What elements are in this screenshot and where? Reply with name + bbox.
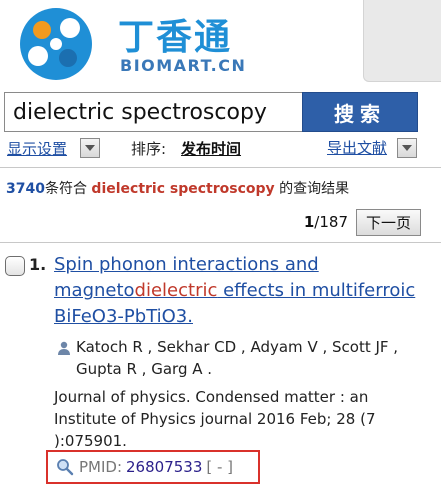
search-bar: 搜索 xyxy=(0,92,441,132)
divider xyxy=(0,242,441,243)
pager: 1/187 下一页 xyxy=(304,208,421,236)
result-journal: Journal of physics. Condensed matter : a… xyxy=(54,388,376,450)
result-index: 1. xyxy=(29,255,47,274)
export-dropdown-icon[interactable] xyxy=(397,138,417,158)
result-authors: Katoch R , Sekhar CD , Adyam V , Scott J… xyxy=(76,338,399,378)
site-header: 丁香通 BIOMART.CN xyxy=(0,0,441,86)
header-corner-panel[interactable] xyxy=(363,0,441,82)
logo-chinese-text: 丁香通 xyxy=(118,17,233,58)
page-indicator: 1/187 xyxy=(304,213,348,231)
pmid-toggle[interactable]: [ - ] xyxy=(206,458,233,476)
summary-term: dielectric spectroscopy xyxy=(91,181,275,197)
pmid-row: PMID: 26807533 [ - ] xyxy=(46,450,260,484)
title-highlight: dielectric xyxy=(134,280,218,301)
result-count: 3740 xyxy=(6,181,45,197)
magnifier-icon xyxy=(57,459,74,476)
summary-suffix: 的查询结果 xyxy=(279,181,350,197)
options-row: 显示设置 排序: 发布时间 导出文献 xyxy=(0,137,441,163)
biomart-logo-icon[interactable] xyxy=(12,4,100,84)
person-icon xyxy=(58,341,70,355)
export-link[interactable]: 导出文献 xyxy=(327,137,387,158)
results-summary: 3740条符合 dielectric spectroscopy 的查询结果 xyxy=(6,178,349,198)
result-checkbox[interactable] xyxy=(5,256,25,276)
logo-english-text: BIOMART.CN xyxy=(120,56,247,75)
summary-prefix: 条符合 xyxy=(44,181,87,197)
display-settings-link[interactable]: 显示设置 xyxy=(7,138,67,159)
page-current: 1 xyxy=(303,213,315,231)
sort-label: 排序: xyxy=(131,140,167,158)
pmid-label: PMID: xyxy=(79,458,123,476)
next-page-button[interactable]: 下一页 xyxy=(355,208,421,236)
sort-value-link[interactable]: 发布时间 xyxy=(181,138,241,159)
search-button[interactable]: 搜索 xyxy=(302,92,418,132)
divider xyxy=(0,167,441,168)
search-input[interactable] xyxy=(4,92,302,132)
result-title-link[interactable]: Spin phonon interactions and magnetodiel… xyxy=(54,252,424,330)
display-settings-dropdown-icon[interactable] xyxy=(80,138,100,158)
page-total: /187 xyxy=(314,213,348,231)
pmid-link[interactable]: 26807533 xyxy=(126,458,202,476)
